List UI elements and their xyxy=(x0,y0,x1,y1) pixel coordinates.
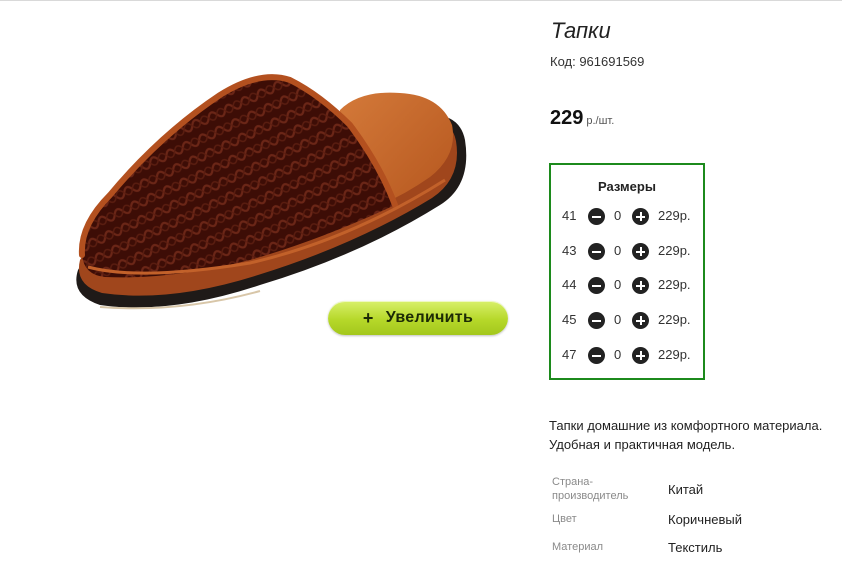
price-value: 229 xyxy=(550,107,584,129)
minus-icon[interactable] xyxy=(588,208,605,225)
size-number: 43 xyxy=(562,243,577,258)
size-price: 229р. xyxy=(658,312,691,327)
minus-icon[interactable] xyxy=(588,277,605,294)
quantity-value: 0 xyxy=(614,208,622,223)
spec-label-country: Страна- производитель xyxy=(552,476,629,502)
sizes-panel: Размеры 41 0 229р. 43 0 229р. 44 0 229р.… xyxy=(549,163,705,380)
size-row-43: 43 0 229р. xyxy=(551,240,703,264)
size-price: 229р. xyxy=(658,277,691,292)
top-divider xyxy=(0,0,842,1)
zoom-button[interactable]: + Увеличить xyxy=(328,301,508,335)
size-row-45: 45 0 229р. xyxy=(551,309,703,333)
description-line: Тапки домашние из комфортного материала. xyxy=(549,418,823,433)
plus-circle-icon[interactable] xyxy=(632,347,649,364)
description-line: Удобная и практичная модель. xyxy=(549,437,736,452)
product-title: Тапки xyxy=(551,18,611,43)
product-code: Код: 961691569 xyxy=(550,54,645,69)
plus-circle-icon[interactable] xyxy=(632,312,649,329)
size-row-44: 44 0 229р. xyxy=(551,274,703,298)
size-row-47: 47 0 229р. xyxy=(551,344,703,368)
size-price: 229р. xyxy=(658,243,691,258)
spec-value-material: Текстиль xyxy=(668,540,723,555)
size-price: 229р. xyxy=(658,208,691,223)
plus-circle-icon[interactable] xyxy=(632,277,649,294)
product-description: Тапки домашние из комфортного материала.… xyxy=(549,416,842,454)
size-number: 44 xyxy=(562,277,577,292)
spec-value-color: Коричневый xyxy=(668,512,742,527)
size-row-41: 41 0 229р. xyxy=(551,205,703,229)
size-number: 45 xyxy=(562,312,577,327)
size-price: 229р. xyxy=(658,347,691,362)
quantity-value: 0 xyxy=(614,243,622,258)
plus-circle-icon[interactable] xyxy=(632,243,649,260)
size-number: 47 xyxy=(562,347,577,362)
spec-label-material: Материал xyxy=(552,541,603,553)
quantity-value: 0 xyxy=(614,347,622,362)
plus-circle-icon[interactable] xyxy=(632,208,649,225)
minus-icon[interactable] xyxy=(588,347,605,364)
minus-icon[interactable] xyxy=(588,243,605,260)
price: 229 р./шт. xyxy=(550,107,614,130)
quantity-value: 0 xyxy=(614,277,622,292)
minus-icon[interactable] xyxy=(588,312,605,329)
plus-icon: + xyxy=(362,307,374,328)
size-number: 41 xyxy=(562,208,577,223)
product-image[interactable] xyxy=(60,55,480,325)
price-unit: р./шт. xyxy=(586,115,615,127)
zoom-button-label: Увеличить xyxy=(385,309,474,326)
quantity-value: 0 xyxy=(614,312,622,327)
spec-label-color: Цвет xyxy=(552,513,577,525)
spec-value-country: Китай xyxy=(668,482,704,497)
sizes-title: Размеры xyxy=(598,179,656,194)
